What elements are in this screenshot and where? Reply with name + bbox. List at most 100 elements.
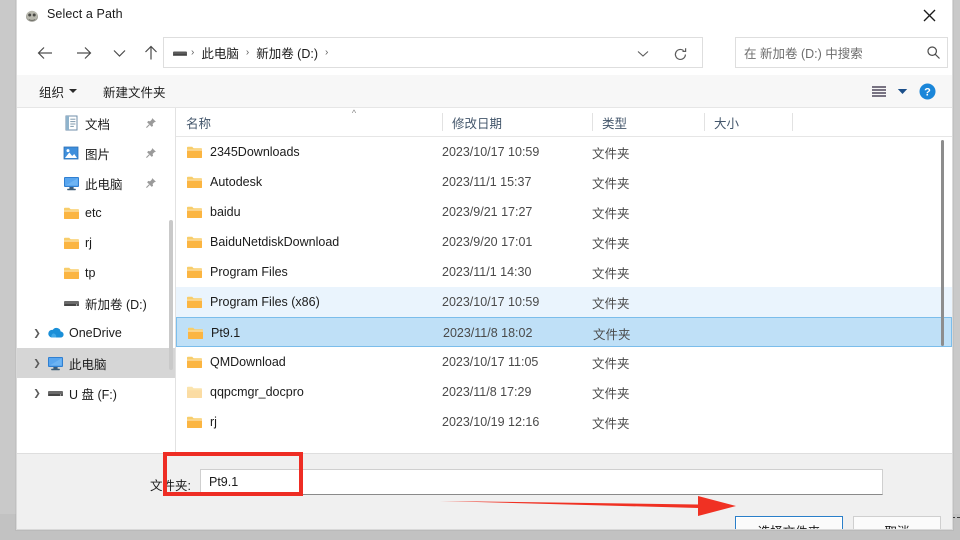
file-name: Pt9.1 [211, 318, 240, 348]
folder-icon [61, 198, 81, 228]
folder-icon [186, 197, 204, 227]
pictures-icon [61, 138, 81, 168]
chevron-down-icon [69, 89, 77, 93]
drive-icon [172, 47, 188, 59]
expand-chevron-icon[interactable]: ❯ [31, 348, 43, 378]
pin-icon[interactable] [145, 168, 157, 198]
folder-icon [186, 347, 204, 377]
breadcrumb-separator: › [245, 47, 250, 58]
sidebar-item-8[interactable]: ❯ 此电脑 [17, 348, 175, 378]
file-type: 文件夹 [592, 167, 630, 197]
close-icon [923, 9, 936, 22]
select-path-dialog: Select a Path [16, 0, 953, 530]
forward-arrow-icon [75, 46, 92, 60]
confirm-button[interactable]: 选择文件夹 [735, 516, 843, 530]
search-input[interactable]: 在 新加卷 (D:) 中搜索 [736, 43, 919, 62]
organize-label: 组织 [39, 82, 64, 101]
sidebar-scrollbar[interactable] [169, 220, 173, 370]
file-name: qqpcmgr_docpro [210, 377, 304, 407]
sidebar-item-3[interactable]: etc [17, 198, 175, 228]
sidebar-item-label: 图片 [85, 138, 110, 168]
sort-indicator: ^ [348, 108, 360, 116]
folder-icon [186, 137, 204, 167]
table-row[interactable]: qqpcmgr_docpro2023/11/8 17:29文件夹 [176, 377, 952, 407]
folder-icon [186, 167, 204, 197]
file-type: 文件夹 [592, 287, 630, 317]
chevron-down-icon [113, 49, 126, 58]
drive-icon [45, 378, 65, 408]
sidebar-item-label: OneDrive [69, 318, 122, 348]
table-row[interactable]: 2345Downloads2023/10/17 10:59文件夹 [176, 137, 952, 167]
close-button[interactable] [907, 0, 952, 31]
table-row[interactable]: Autodesk 2023/11/1 15:37 文件夹 [176, 167, 952, 197]
search-box[interactable]: 在 新加卷 (D:) 中搜索 [735, 37, 948, 68]
documents-icon [61, 108, 81, 138]
address-bar[interactable]: › 此电脑 › 新加卷 (D:) › [163, 37, 703, 68]
folder-icon [186, 407, 204, 437]
sidebar-item-label: 此电脑 [85, 168, 123, 198]
drive-icon [61, 288, 81, 318]
file-date: 2023/10/19 12:16 [442, 407, 539, 437]
sidebar-item-7[interactable]: ❯ OneDrive [17, 318, 175, 348]
address-dropdown-button[interactable] [632, 46, 654, 62]
file-date: 2023/11/1 15:37 [442, 167, 531, 197]
expand-chevron-icon[interactable]: ❯ [31, 378, 43, 408]
column-divider[interactable] [792, 113, 793, 131]
sidebar-item-0[interactable]: 文档 [17, 108, 175, 138]
sidebar-item-5[interactable]: tp [17, 258, 175, 288]
new-folder-button[interactable]: 新建文件夹 [95, 79, 174, 103]
search-icon [919, 45, 947, 60]
table-row[interactable]: rj2023/10/19 12:16文件夹 [176, 407, 952, 437]
table-row[interactable]: Pt9.12023/11/8 18:02文件夹 [176, 317, 952, 347]
file-name: Autodesk [210, 167, 262, 197]
folder-icon [186, 257, 204, 287]
table-row[interactable]: baidu2023/9/21 17:27文件夹 [176, 197, 952, 227]
up-button[interactable] [137, 39, 165, 67]
file-name: baidu [210, 197, 241, 227]
sidebar-item-label: 此电脑 [69, 348, 107, 378]
file-type: 文件夹 [592, 227, 630, 257]
command-bar: 组织 新建文件夹 [17, 75, 952, 108]
expand-chevron-icon[interactable]: ❯ [31, 318, 43, 348]
column-header-name[interactable]: 名称 [176, 108, 442, 136]
recent-locations-button[interactable] [105, 39, 133, 67]
folder-icon [186, 377, 204, 407]
folder-icon [61, 258, 81, 288]
file-list-scrollbar[interactable] [941, 140, 944, 346]
view-list-icon[interactable] [866, 79, 892, 103]
window-title: Select a Path [47, 7, 123, 21]
help-button[interactable]: ? [912, 79, 942, 103]
sidebar-item-4[interactable]: rj [17, 228, 175, 258]
sidebar-item-label: 新加卷 (D:) [85, 288, 147, 318]
navigation-bar: › 此电脑 › 新加卷 (D:) › [17, 31, 952, 75]
sidebar-item-2[interactable]: 此电脑 [17, 168, 175, 198]
filename-input[interactable]: Pt9.1 [200, 469, 883, 495]
table-row[interactable]: BaiduNetdiskDownload2023/9/20 17:01文件夹 [176, 227, 952, 257]
folder-icon [187, 318, 205, 348]
sidebar-item-1[interactable]: 图片 [17, 138, 175, 168]
forward-button[interactable] [69, 39, 97, 67]
organize-button[interactable]: 组织 [31, 79, 85, 103]
column-header-type[interactable]: 类型 [592, 108, 704, 136]
folder-icon [61, 228, 81, 258]
sidebar-item-label: rj [85, 228, 92, 258]
navigation-pane: 文档图片此电脑etcrjtp新加卷 (D:)❯OneDrive❯此电脑❯U 盘 … [17, 108, 176, 453]
pin-icon[interactable] [145, 108, 157, 138]
file-type: 文件夹 [592, 407, 630, 437]
breadcrumb-item-1[interactable]: 新加卷 (D:) [252, 41, 322, 64]
file-type: 文件夹 [593, 318, 631, 348]
cancel-button[interactable]: 取消 [853, 516, 941, 530]
refresh-button[interactable] [668, 44, 692, 64]
sidebar-item-9[interactable]: ❯U 盘 (F:) [17, 378, 175, 408]
column-header-date[interactable]: 修改日期 [442, 108, 592, 136]
column-header-size[interactable]: 大小 [704, 108, 792, 136]
breadcrumb: › 此电脑 › 新加卷 (D:) › [164, 41, 329, 64]
breadcrumb-item-0[interactable]: 此电脑 [197, 41, 243, 64]
table-row[interactable]: Program Files (x86)2023/10/17 10:59文件夹 [176, 287, 952, 317]
table-row[interactable]: QMDownload2023/10/17 11:05文件夹 [176, 347, 952, 377]
pin-icon[interactable] [145, 138, 157, 168]
back-button[interactable] [31, 39, 59, 67]
table-row[interactable]: Program Files2023/11/1 14:30文件夹 [176, 257, 952, 287]
sidebar-item-6[interactable]: 新加卷 (D:) [17, 288, 175, 318]
view-dropdown-button[interactable] [892, 79, 912, 103]
